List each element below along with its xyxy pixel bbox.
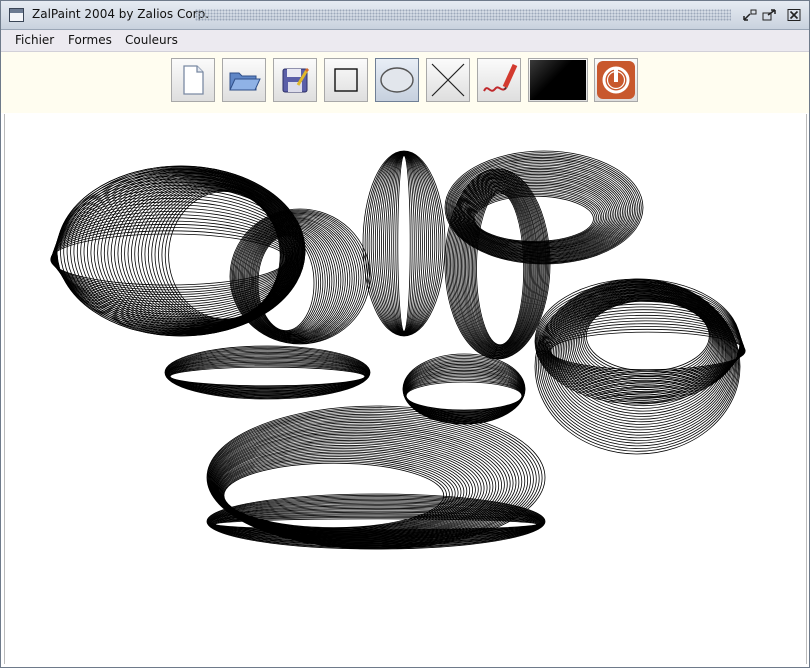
new-file-button[interactable] <box>171 58 215 102</box>
window-title: ZalPaint 2004 by Zalios Corp. <box>32 7 210 21</box>
toolbar <box>1 52 809 113</box>
open-button[interactable] <box>222 58 266 102</box>
minimize-icon[interactable] <box>742 8 758 22</box>
save-button[interactable] <box>273 58 317 102</box>
menu-formes[interactable]: Formes <box>68 33 112 47</box>
menu-bar: Fichier Formes Couleurs <box>1 30 809 52</box>
ellipse-icon <box>380 67 414 93</box>
title-grip <box>195 9 731 21</box>
rectangle-tool-button[interactable] <box>324 58 368 102</box>
color-swatch-icon <box>530 60 586 100</box>
ellipse-tool-button[interactable] <box>375 58 419 102</box>
rectangle-icon <box>334 68 358 92</box>
open-folder-icon <box>229 72 261 91</box>
line-tool-button[interactable] <box>426 58 470 102</box>
freehand-pencil-icon <box>483 63 518 92</box>
line-icon <box>431 63 465 97</box>
pencil-tool-button[interactable] <box>477 58 521 102</box>
app-window: ZalPaint 2004 by Zalios Corp. Fichier Fo… <box>0 0 810 668</box>
close-icon[interactable] <box>786 8 802 22</box>
menu-fichier[interactable]: Fichier <box>15 33 54 47</box>
color-swatch-button[interactable] <box>528 58 588 102</box>
window-icon[interactable] <box>9 8 24 22</box>
drawing-canvas[interactable] <box>4 114 807 664</box>
canvas-drawing <box>50 150 746 550</box>
save-disk-icon <box>282 67 310 93</box>
quit-button[interactable] <box>594 58 638 102</box>
menu-couleurs[interactable]: Couleurs <box>125 33 178 47</box>
new-file-icon <box>183 65 204 95</box>
maximize-icon[interactable] <box>761 8 777 22</box>
power-icon <box>597 61 635 99</box>
title-bar[interactable]: ZalPaint 2004 by Zalios Corp. <box>1 1 809 30</box>
